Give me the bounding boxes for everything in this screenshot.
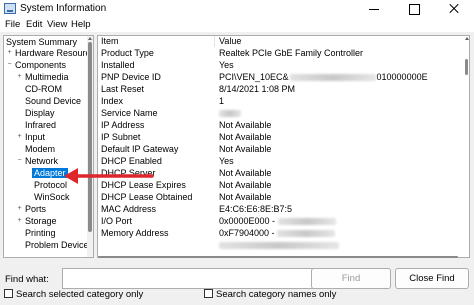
tree-item-components[interactable]: − Components: [6, 59, 66, 71]
title-bar: System Information: [0, 0, 474, 18]
expand-icon[interactable]: +: [16, 131, 23, 143]
tree-item-ports[interactable]: + Ports: [16, 203, 46, 215]
redacted-value: [219, 110, 241, 118]
tree-vertical-scrollbar[interactable]: [87, 36, 93, 257]
tree-item-printing[interactable]: Printing: [25, 227, 56, 239]
list-row[interactable]: IP Subnet Not Available: [98, 131, 464, 143]
tree-item-sound-device[interactable]: Sound Device: [25, 95, 81, 107]
list-scroll-thumb[interactable]: [465, 59, 468, 75]
collapse-icon[interactable]: −: [16, 155, 23, 167]
find-button[interactable]: Find: [311, 268, 391, 289]
tree-item-adapter[interactable]: Adapter: [32, 167, 68, 179]
list-row[interactable]: PNP Device ID PCI\VEN_10EC& 010000000E: [98, 71, 464, 83]
list-row[interactable]: DHCP Lease Expires Not Available: [98, 179, 464, 191]
list-header: Item Value: [98, 36, 464, 47]
column-divider[interactable]: [214, 36, 215, 47]
search-category-names-checkbox[interactable]: Search category names only: [204, 289, 336, 301]
list-row[interactable]: Memory Address 0xF7904000 -: [98, 227, 464, 239]
list-row[interactable]: Product Type Realtek PCIe GbE Family Cont…: [98, 47, 464, 59]
list-row[interactable]: I/O Port 0x0000E000 -: [98, 215, 464, 227]
tree-item-winsock[interactable]: WinSock: [34, 191, 70, 203]
list-row[interactable]: Default IP Gateway Not Available: [98, 143, 464, 155]
close-window-button[interactable]: [434, 0, 474, 18]
tree-item-problem-devices[interactable]: Problem Devices: [25, 239, 93, 251]
redacted-value: [277, 218, 336, 226]
expand-icon[interactable]: +: [16, 71, 23, 83]
close-find-button[interactable]: Close Find: [395, 268, 469, 289]
list-row-partial[interactable]: [98, 239, 464, 251]
tree-item-hardware-resources[interactable]: + Hardware Resource: [6, 47, 93, 59]
redacted-value: [289, 74, 376, 82]
expand-icon[interactable]: +: [16, 203, 23, 215]
list-horizontal-scrollbar[interactable]: [98, 256, 468, 258]
maximize-button[interactable]: [394, 0, 434, 18]
list-row[interactable]: DHCP Enabled Yes: [98, 155, 464, 167]
redacted-value: [277, 230, 336, 238]
redacted-value: [219, 242, 339, 250]
minimize-button[interactable]: [354, 0, 394, 18]
list-row[interactable]: DHCP Lease Obtained Not Available: [98, 191, 464, 203]
scroll-up-arrow-icon[interactable]: [88, 37, 92, 40]
menu-file[interactable]: File: [5, 19, 20, 30]
checkbox-icon[interactable]: [204, 289, 213, 298]
tree-item-display[interactable]: Display: [25, 107, 55, 119]
collapse-icon[interactable]: −: [6, 59, 13, 71]
find-what-label: Find what:: [5, 274, 49, 285]
list-row[interactable]: MAC Address E4:C6:E6:8E:B7:5: [98, 203, 464, 215]
menu-bar: File Edit View Help: [0, 18, 474, 32]
tree-item-modem[interactable]: Modem: [25, 143, 55, 155]
column-header-value[interactable]: Value: [219, 36, 241, 47]
tree-item-multimedia[interactable]: + Multimedia: [16, 71, 68, 83]
checkbox-icon[interactable]: [4, 289, 13, 298]
expand-icon[interactable]: +: [6, 47, 13, 59]
tree-item-input[interactable]: + Input: [16, 131, 45, 143]
expand-icon[interactable]: +: [16, 215, 23, 227]
scroll-up-arrow-icon[interactable]: [465, 37, 469, 40]
list-vertical-scrollbar[interactable]: [465, 36, 469, 257]
list-row[interactable]: Service Name: [98, 107, 464, 119]
menu-help[interactable]: Help: [71, 19, 91, 30]
list-row[interactable]: IP Address Not Available: [98, 119, 464, 131]
menu-view[interactable]: View: [47, 19, 67, 30]
list-row[interactable]: Index 1: [98, 95, 464, 107]
horizontal-scroll-thumb[interactable]: [98, 256, 458, 258]
window-title: System Information: [20, 3, 107, 14]
tree-item-protocol[interactable]: Protocol: [34, 179, 67, 191]
list-row[interactable]: Installed Yes: [98, 59, 464, 71]
tree-item-cd-rom[interactable]: CD-ROM: [25, 83, 62, 95]
category-tree[interactable]: System Summary + Hardware Resource − Com…: [3, 35, 94, 258]
tree-item-infrared[interactable]: Infrared: [25, 119, 56, 131]
details-list[interactable]: Item Value Product Type Realtek PCIe GbE …: [97, 35, 470, 258]
search-selected-category-checkbox[interactable]: Search selected category only: [4, 289, 143, 301]
system-information-app-icon: [4, 3, 16, 14]
list-row[interactable]: Last Reset 8/14/2021 1:08 PM: [98, 83, 464, 95]
column-header-item[interactable]: Item: [101, 36, 119, 47]
list-row[interactable]: DHCP Server Not Available: [98, 167, 464, 179]
tree-item-network[interactable]: − Network: [16, 155, 58, 167]
tree-scroll-thumb[interactable]: [88, 42, 92, 232]
find-what-input[interactable]: [62, 268, 326, 289]
tree-item-storage[interactable]: + Storage: [16, 215, 56, 227]
menu-edit[interactable]: Edit: [26, 19, 42, 30]
